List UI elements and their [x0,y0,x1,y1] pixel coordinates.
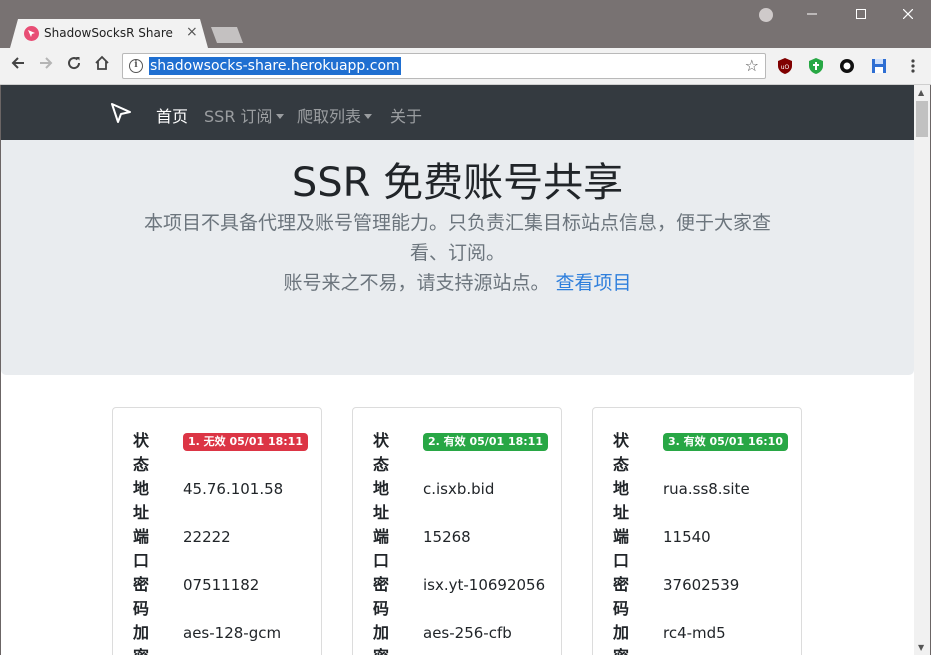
encryption-label: 加密 [373,623,390,655]
address-value: c.isxb.bid [423,480,495,498]
ring-extension-icon[interactable] [838,57,856,75]
port-label: 端口 [613,527,630,570]
tab-close-icon[interactable]: × [186,24,198,40]
home-icon[interactable] [91,55,113,77]
view-project-link[interactable]: 查看项目 [556,272,632,294]
reload-icon[interactable] [63,55,85,77]
address-label: 地址 [133,479,150,522]
password-label: 密码 [613,575,630,618]
password-label: 密码 [133,575,150,618]
hero-jumbotron: SSR 免费账号共享 本项目不具备代理及账号管理能力。只负责汇集目标站点信息，便… [1,140,914,375]
password-value: 07511182 [183,576,260,594]
menu-icon[interactable] [904,57,922,75]
hero-support-line: 账号来之不易，请支持源站点。 查看项目 [1,268,914,295]
address-label: 地址 [373,479,390,522]
nav-about[interactable]: 关于 [390,103,422,127]
info-icon[interactable]: i [129,59,143,73]
site-navbar: 首页 SSR 订阅 爬取列表 关于 [1,85,914,140]
status-label: 状态 [613,431,630,474]
status-label: 状态 [373,431,390,474]
save-extension-icon[interactable] [870,57,888,75]
encryption-label: 加密 [133,623,150,655]
scrollbar-thumb[interactable] [916,101,928,137]
minimize-icon[interactable] [797,4,827,26]
browser-titlebar: ShadowSocksR Share × [0,0,931,48]
account-card-3: 3. 有效 05/01 16:10 状态 地址 rua.ss8.site 端口 … [592,407,802,655]
shield-extension-icon[interactable] [807,57,825,75]
port-value: 11540 [663,528,711,546]
account-card-2: 2. 有效 05/01 18:11 状态 地址 c.isxb.bid 端口 15… [352,407,562,655]
password-value: 37602539 [663,576,740,594]
nav-home[interactable]: 首页 [156,103,188,127]
page-scrollbar[interactable]: ▲ ▼ [914,85,930,655]
browser-toolbar: i shadowsocks-share.herokuapp.com ☆ uO [0,48,931,85]
nav-crawl-list[interactable]: 爬取列表 [297,103,373,127]
profile-icon[interactable] [759,8,773,22]
new-tab-button[interactable] [211,27,243,43]
nav-ssr-subscribe-label: SSR 订阅 [204,107,273,126]
page-title: SSR 免费账号共享 [291,160,624,206]
dropdown-caret-icon [364,114,373,119]
port-label: 端口 [133,527,150,570]
address-value: rua.ss8.site [663,480,750,498]
nav-crawl-list-label: 爬取列表 [297,107,362,126]
tab-title: ShadowSocksR Share [44,26,173,40]
password-label: 密码 [373,575,390,618]
port-value: 22222 [183,528,231,546]
status-badge: 2. 有效 05/01 18:11 [423,433,548,451]
maximize-icon[interactable] [846,4,876,26]
hero-description-line1: 本项目不具备代理及账号管理能力。只负责汇集目标站点信息，便于大家查 [143,212,771,234]
status-badge: 1. 无效 05/01 18:11 [183,433,308,451]
dropdown-caret-icon [275,114,284,119]
url-text[interactable]: shadowsocks-share.herokuapp.com [149,57,401,75]
paper-plane-logo-icon[interactable] [109,101,133,129]
encryption-value: aes-256-cfb [423,624,512,642]
nav-ssr-subscribe[interactable]: SSR 订阅 [204,103,284,127]
hero-support-text: 账号来之不易，请支持源站点。 [283,272,550,294]
password-value: isx.yt-10692056 [423,576,546,594]
hero-description-line2: 看、订阅。 [409,242,505,264]
scroll-up-arrow-icon[interactable]: ▲ [918,88,924,97]
svg-text:uO: uO [781,64,790,71]
browser-tab[interactable]: ShadowSocksR Share × [10,19,208,48]
back-icon[interactable] [7,55,29,77]
ublock-extension-icon[interactable]: uO [776,57,794,75]
status-label: 状态 [133,431,150,474]
account-card-1: 1. 无效 05/01 18:11 状态 地址 45.76.101.58 端口 … [112,407,322,655]
address-bar[interactable]: i shadowsocks-share.herokuapp.com ☆ [122,53,766,79]
close-window-icon[interactable] [893,4,923,26]
tab-favicon-icon [24,26,39,41]
page-viewport: 首页 SSR 订阅 爬取列表 关于 SSR 免费账号共享 本项目不具备代理及账号… [1,85,914,655]
port-label: 端口 [373,527,390,570]
address-label: 地址 [613,479,630,522]
encryption-value: aes-128-gcm [183,624,282,642]
encryption-label: 加密 [613,623,630,655]
port-value: 15268 [423,528,471,546]
forward-icon[interactable] [35,55,57,77]
encryption-value: rc4-md5 [663,624,726,642]
scroll-down-arrow-icon[interactable]: ▼ [918,643,924,652]
address-value: 45.76.101.58 [183,480,284,498]
status-badge: 3. 有效 05/01 16:10 [663,433,788,451]
bookmark-star-icon[interactable]: ☆ [745,56,759,75]
